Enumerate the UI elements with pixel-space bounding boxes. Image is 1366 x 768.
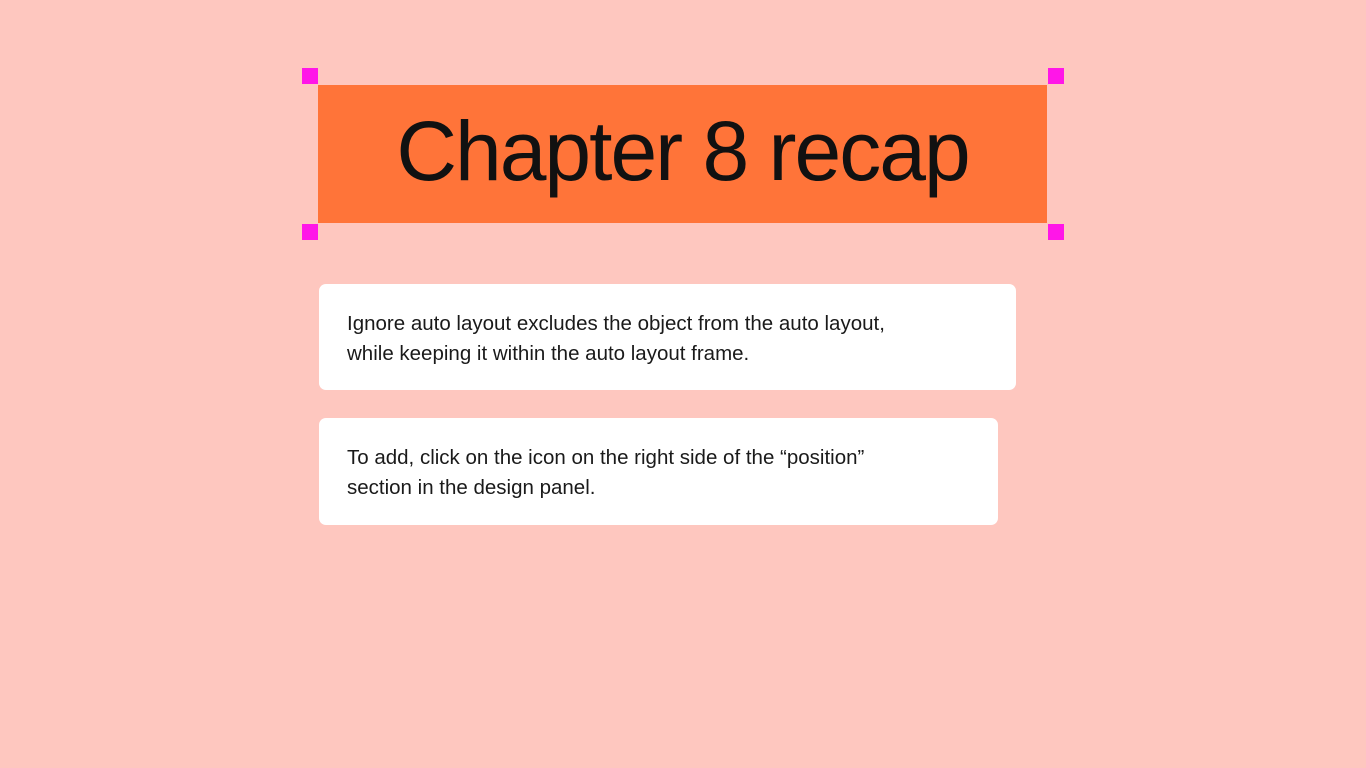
recap-card-ignore-auto-layout: Ignore auto layout excludes the object f… <box>319 284 1016 390</box>
recap-card-text: To add, click on the icon on the right s… <box>347 446 865 499</box>
selection-handle-bottom-left[interactable] <box>302 224 318 240</box>
selection-handle-top-right[interactable] <box>1048 68 1064 84</box>
selected-title-frame[interactable]: Chapter 8 recap <box>318 85 1047 223</box>
selection-handle-top-left[interactable] <box>302 68 318 84</box>
recap-card-text: Ignore auto layout excludes the object f… <box>347 312 885 365</box>
recap-card-how-to-add: To add, click on the icon on the right s… <box>319 418 998 525</box>
slide-title: Chapter 8 recap <box>396 104 970 198</box>
selection-handle-bottom-right[interactable] <box>1048 224 1064 240</box>
